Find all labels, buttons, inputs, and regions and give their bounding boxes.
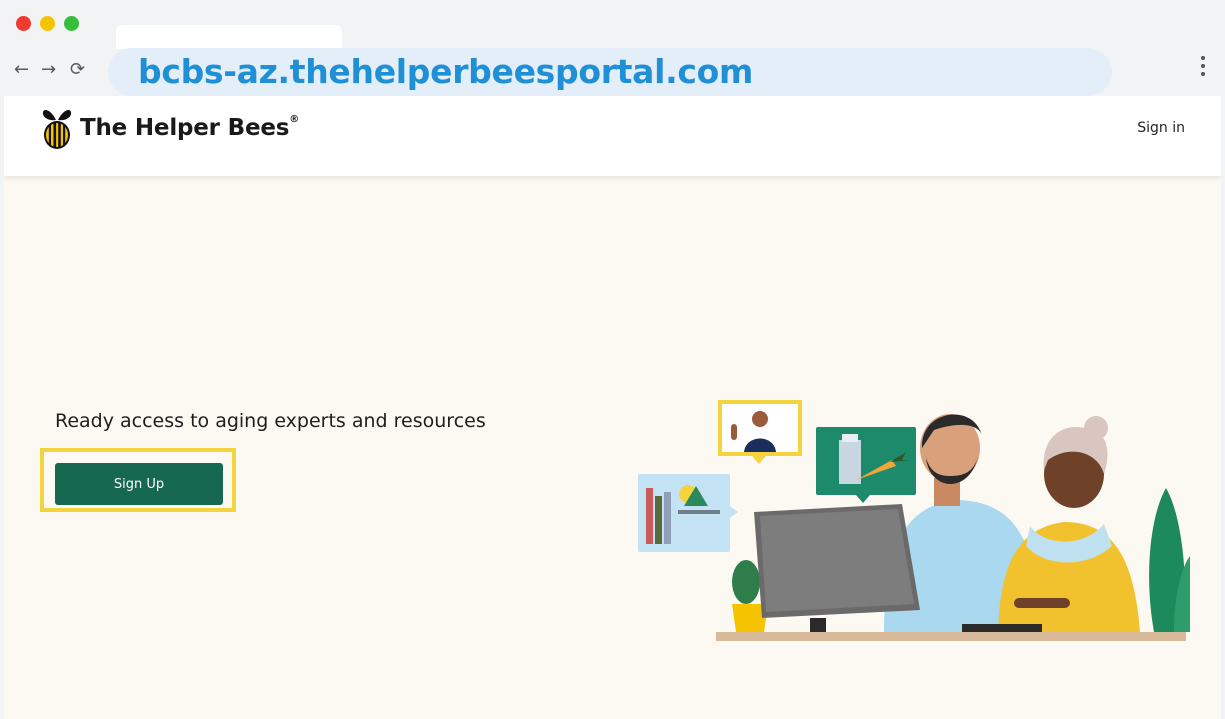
registered-mark: ® [289,114,300,126]
arrow-right-icon[interactable]: → [41,58,56,82]
keyboard-shape [962,624,1042,632]
kebab-menu-icon[interactable] [1196,56,1210,82]
hero-illustration [638,400,1190,641]
logo[interactable]: The Helper Bees® [40,106,299,150]
desk-shape [716,632,1186,641]
sign-up-button[interactable]: Sign Up [55,463,223,505]
video-call-bubble [718,400,802,464]
plant-right [1149,488,1190,632]
groceries-bubble [816,427,916,503]
address-bar[interactable]: bcbs-az.thehelperbeesportal.com [108,48,1112,96]
browser-chrome: ← → ⟳ bcbs-az.thehelperbeesportal.com [0,0,1225,96]
reload-icon[interactable]: ⟳ [70,58,85,82]
url-text: bcbs-az.thehelperbeesportal.com [138,52,754,91]
hero-headline: Ready access to aging experts and resour… [55,410,486,432]
chart-bubble [638,474,738,552]
window-maximize-button[interactable] [64,16,79,31]
bee-logo-icon [42,110,72,149]
site-header: The Helper Bees® Sign in [4,96,1221,176]
window-close-button[interactable] [16,16,31,31]
woman-figure [998,416,1140,632]
arrow-left-icon[interactable]: ← [14,58,29,82]
sign-in-link[interactable]: Sign in [1137,120,1185,136]
window-minimize-button[interactable] [40,16,55,31]
browser-tab[interactable] [116,25,342,49]
page-viewport: The Helper Bees® Sign in Ready access to… [4,96,1221,719]
brand-name: The Helper Bees® [80,114,300,141]
